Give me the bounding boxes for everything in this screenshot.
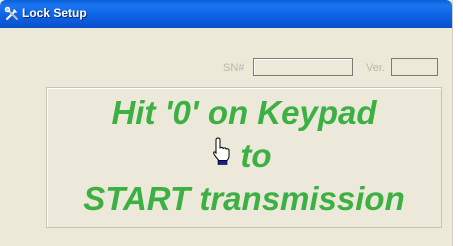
hand-pointer-cursor-icon [213,137,230,165]
lock-setup-window: Lock Setup SN# Ver. Hit '0' on Keypad to… [0,0,453,246]
instruction-panel: Hit '0' on Keypad to START transmission [46,87,442,228]
tools-icon [4,6,18,20]
instruction-line-1: Hit '0' on Keypad [111,94,377,131]
instruction-line-3: START transmission [83,180,405,217]
sn-field[interactable] [253,58,353,76]
sn-label: SN# [223,62,245,74]
ver-label: Ver. [366,62,385,74]
title-bar[interactable]: Lock Setup [0,0,452,28]
ver-field[interactable] [391,58,438,76]
window-title: Lock Setup [22,6,87,20]
instruction-line-2: to [240,137,272,174]
